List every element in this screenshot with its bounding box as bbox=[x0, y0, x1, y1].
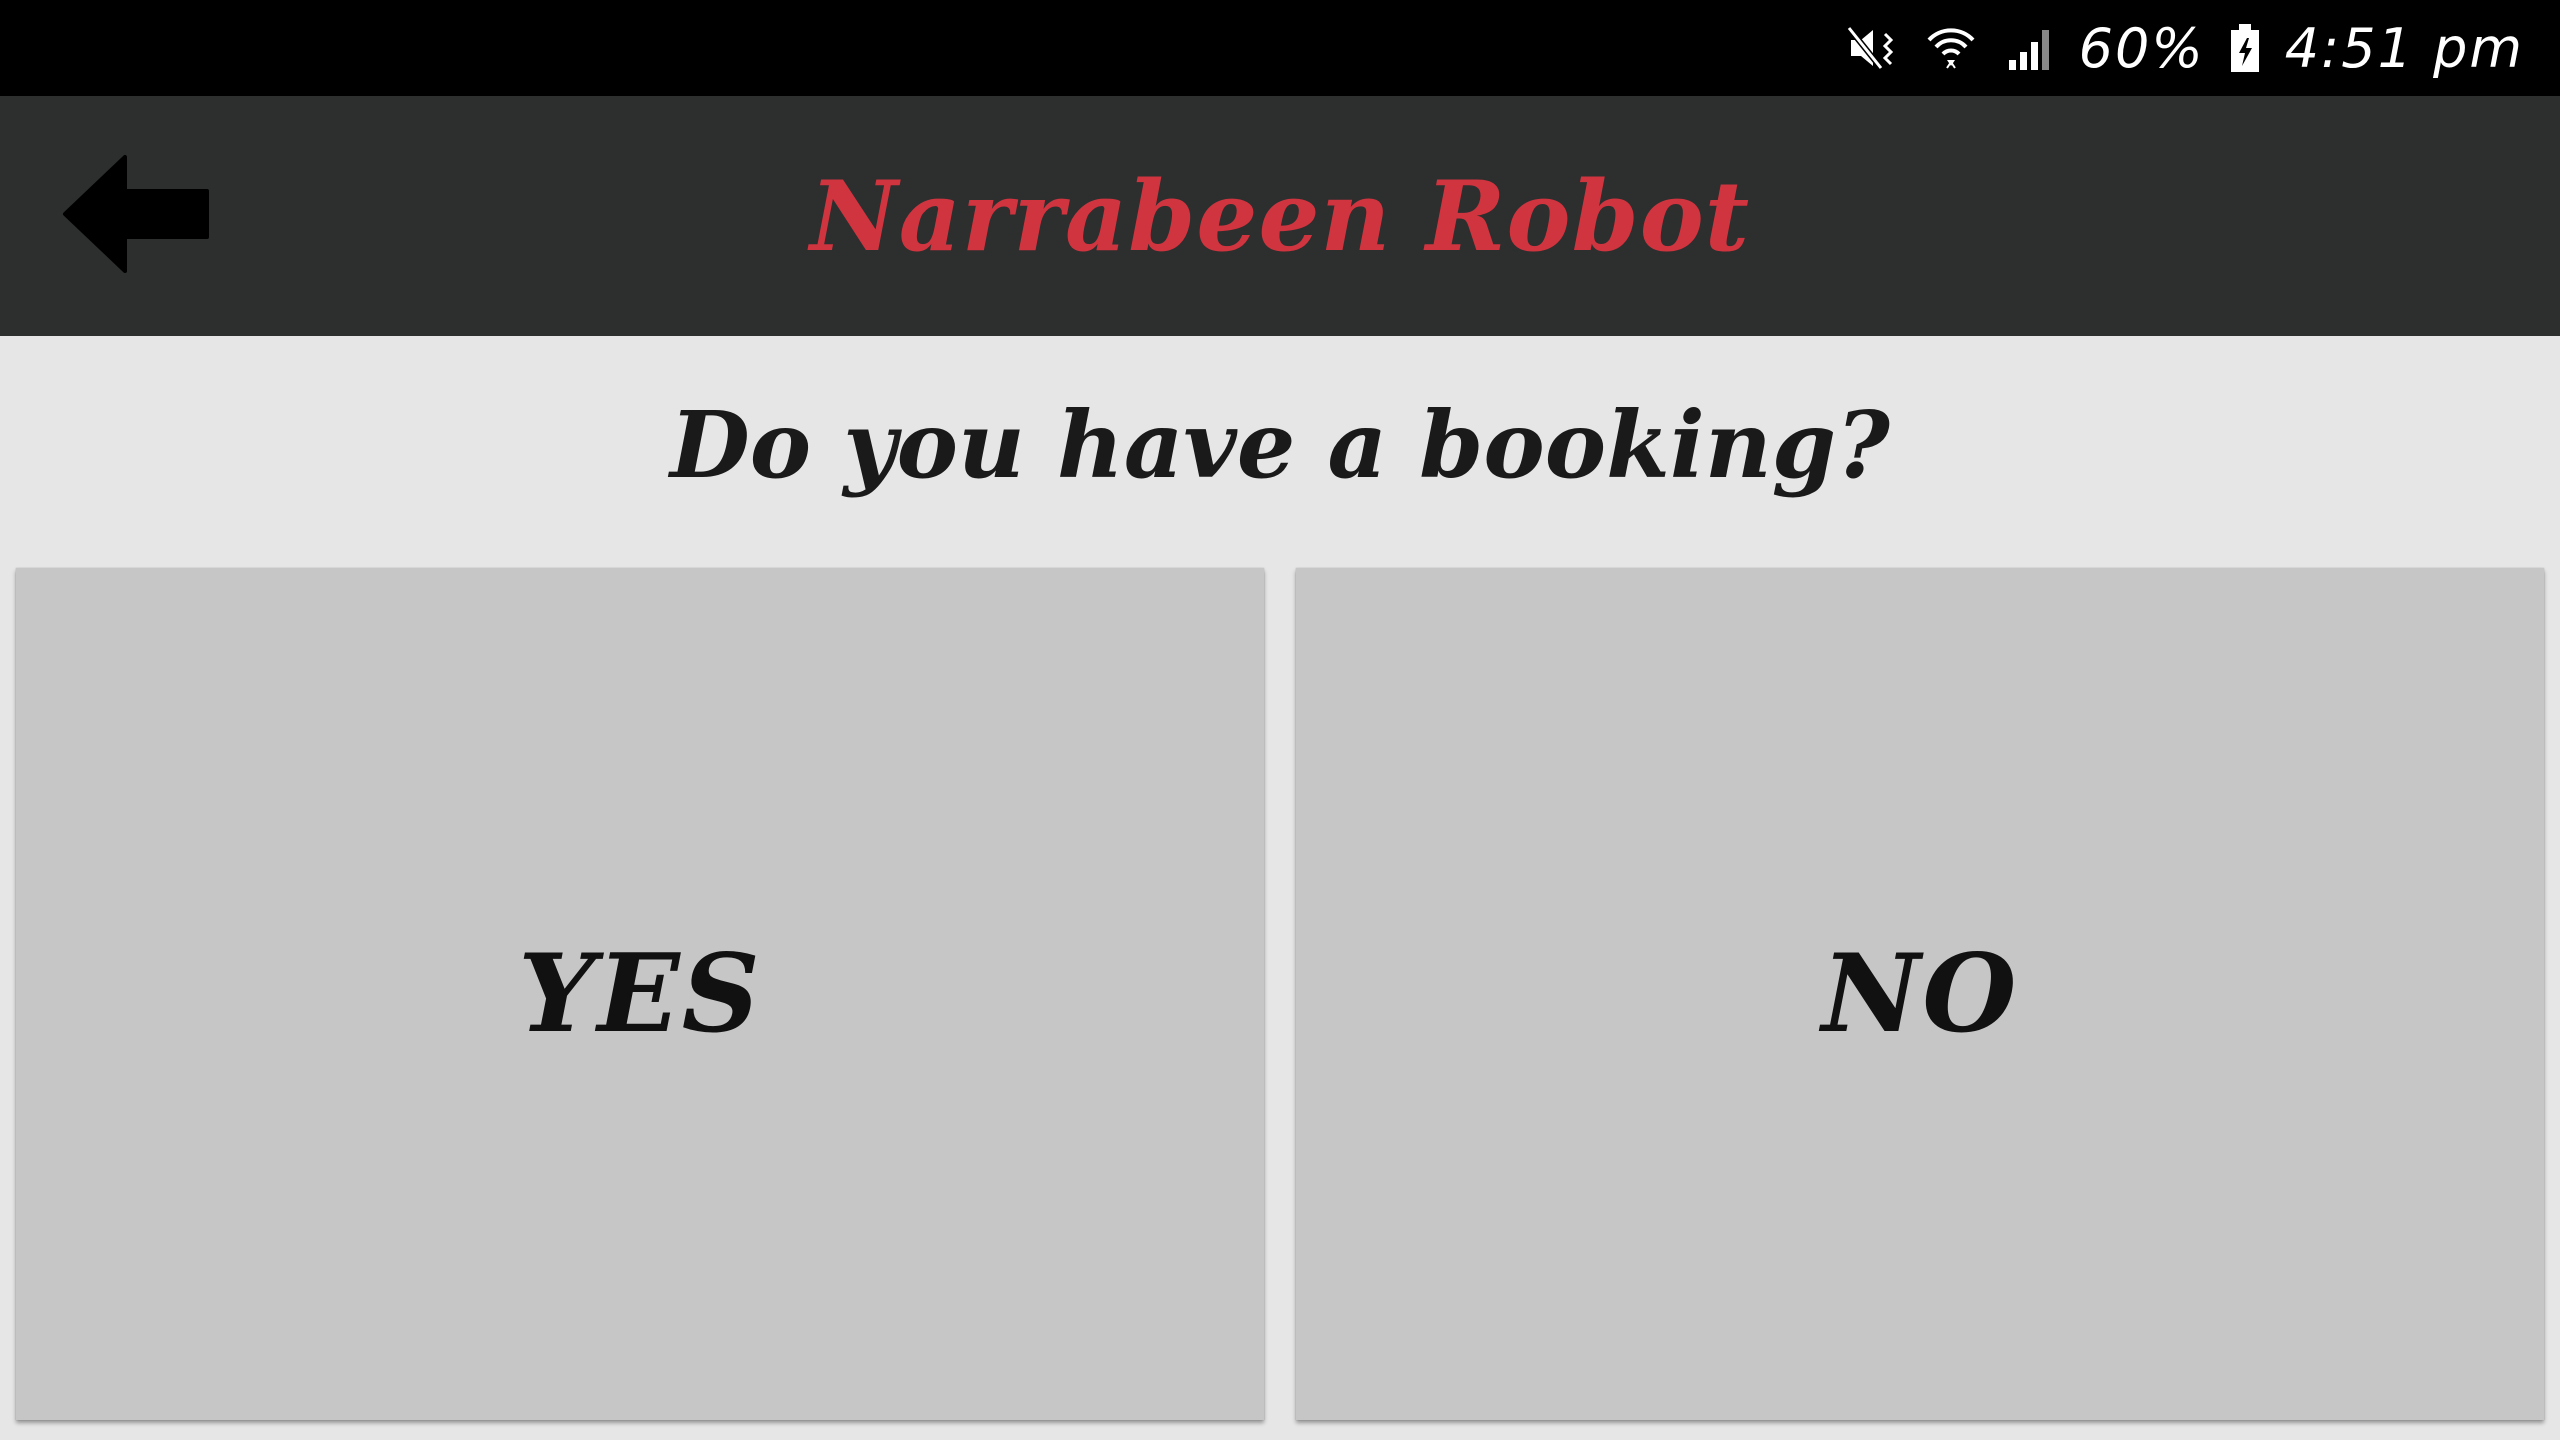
cell-signal-icon bbox=[2001, 20, 2057, 76]
yes-button-label: YES bbox=[518, 931, 762, 1057]
no-button-label: NO bbox=[1821, 931, 2019, 1057]
yes-button[interactable]: YES bbox=[16, 568, 1264, 1420]
status-icons: 60% 4:51 pm bbox=[1845, 0, 2524, 96]
status-time: 4:51 pm bbox=[2284, 16, 2524, 80]
no-button[interactable]: NO bbox=[1296, 568, 2544, 1420]
battery-charging-icon bbox=[2227, 20, 2263, 76]
battery-percent: 60% bbox=[2078, 16, 2205, 80]
wifi-icon bbox=[1923, 20, 1979, 76]
status-bar: 60% 4:51 pm bbox=[0, 0, 2560, 96]
app-title: Narrabeen Robot bbox=[809, 159, 1751, 273]
mute-vibrate-icon bbox=[1845, 20, 1901, 76]
app-bar: Narrabeen Robot bbox=[0, 96, 2560, 336]
booking-question: Do you have a booking? bbox=[670, 391, 1890, 499]
